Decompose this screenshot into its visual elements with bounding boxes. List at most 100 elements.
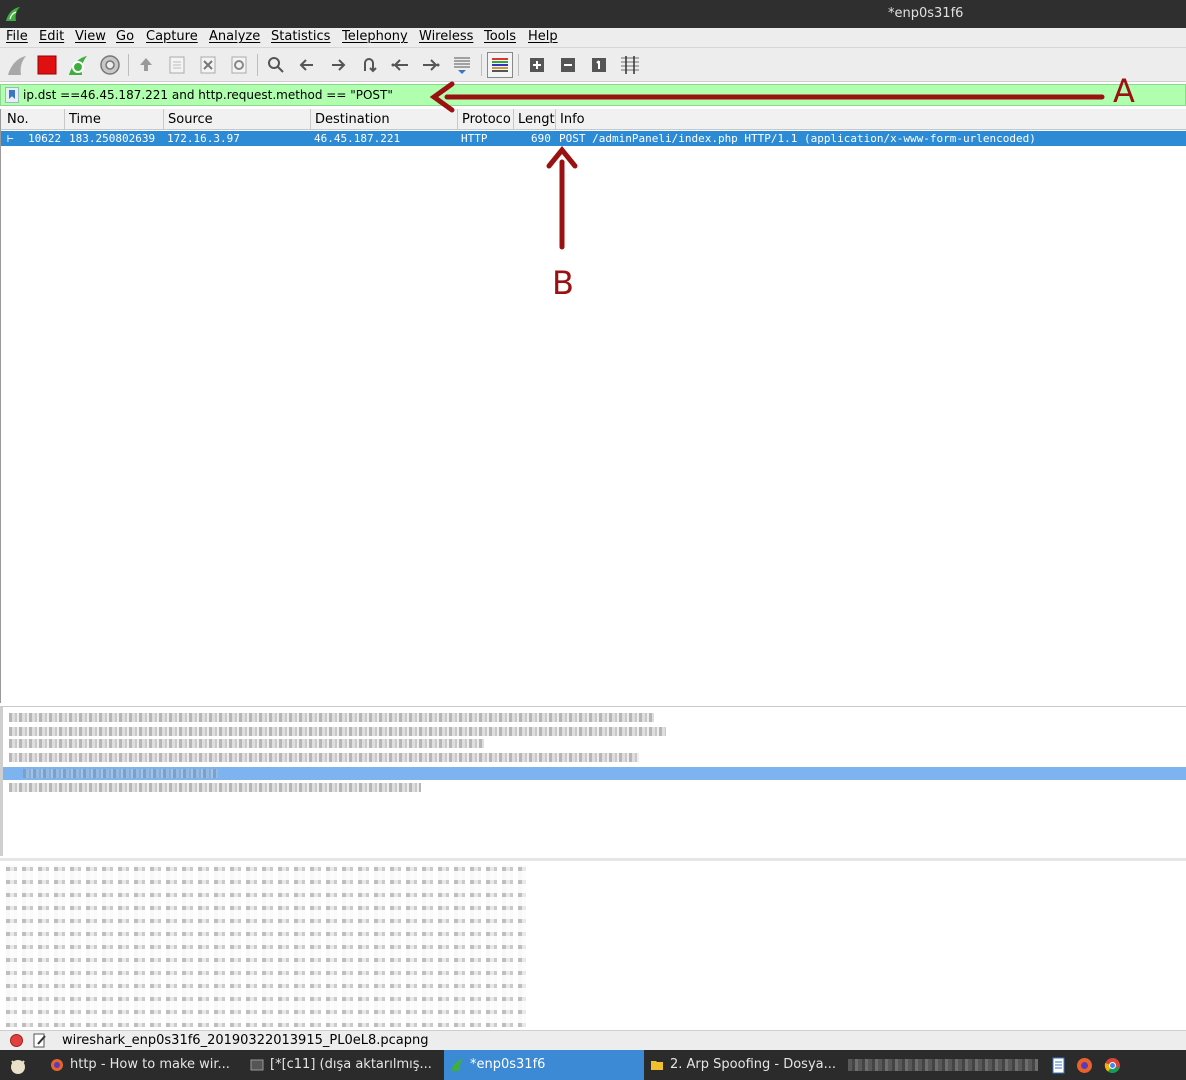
search-icon bbox=[268, 57, 284, 73]
reload-icon bbox=[231, 56, 247, 74]
window-title: *enp0s31f6 bbox=[888, 6, 964, 21]
menu-view[interactable]: View bbox=[75, 29, 106, 44]
annotation-label-a: A bbox=[1113, 72, 1135, 110]
resize-columns-icon bbox=[621, 56, 639, 74]
column-header-time[interactable]: Time bbox=[65, 109, 164, 130]
column-header-destination[interactable]: Destination bbox=[311, 109, 458, 130]
toolbar-separator bbox=[257, 54, 258, 76]
status-bar: wireshark_enp0s31f6_20190322013915_PL0eL… bbox=[0, 1030, 1186, 1050]
close-file-button[interactable] bbox=[195, 52, 221, 78]
cell-source: 172.16.3.97 bbox=[167, 132, 240, 145]
colorize-icon bbox=[492, 58, 508, 72]
wireshark-icon bbox=[6, 7, 20, 21]
open-file-button[interactable] bbox=[133, 52, 159, 78]
menu-tools[interactable]: Tools bbox=[484, 29, 516, 44]
colorize-button[interactable] bbox=[487, 52, 513, 78]
find-packet-button[interactable] bbox=[263, 52, 289, 78]
last-icon bbox=[423, 59, 440, 71]
zoom-in-button[interactable] bbox=[524, 52, 550, 78]
packet-list[interactable]: No. Time Source Destination Protoco Leng… bbox=[0, 109, 1186, 703]
resize-columns-button[interactable] bbox=[617, 52, 643, 78]
menu-edit[interactable]: Edit bbox=[39, 29, 64, 44]
packet-link-icon: ⊢ bbox=[7, 132, 14, 145]
go-to-packet-button[interactable] bbox=[356, 52, 382, 78]
cell-info: POST /adminPaneli/index.php HTTP/1.1 (ap… bbox=[559, 132, 1036, 145]
go-forward-button[interactable] bbox=[325, 52, 351, 78]
taskbar-task-wireshark[interactable]: *enp0s31f6 bbox=[444, 1050, 644, 1080]
normal-size-button[interactable] bbox=[586, 52, 612, 78]
filter-bookmark-icon[interactable] bbox=[5, 87, 19, 103]
taskbar-task-files[interactable]: 2. Arp Spoofing - Dosya... bbox=[644, 1050, 842, 1080]
save-file-button[interactable] bbox=[164, 52, 190, 78]
upload-icon bbox=[140, 58, 152, 71]
packet-bytes-pane[interactable] bbox=[0, 858, 1186, 1030]
menu-wireless[interactable]: Wireless bbox=[419, 29, 473, 44]
cell-length: 690 bbox=[531, 132, 551, 145]
wireshark-icon bbox=[451, 1059, 463, 1071]
cell-protocol: HTTP bbox=[461, 132, 488, 145]
chrome-icon[interactable] bbox=[1104, 1057, 1121, 1074]
toolbar-separator bbox=[128, 54, 129, 76]
menu-capture[interactable]: Capture bbox=[146, 29, 198, 44]
column-header-length[interactable]: Lengt bbox=[514, 109, 556, 130]
close-file-icon bbox=[200, 56, 216, 74]
restart-capture-button[interactable] bbox=[65, 52, 91, 78]
taskbar-task-firefox[interactable]: http - How to make wir... bbox=[44, 1050, 240, 1080]
folder-icon bbox=[651, 1061, 663, 1070]
taskbar-task-terminal[interactable]: [*[c11] (dışa aktarılmış... bbox=[244, 1050, 442, 1080]
menu-analyze[interactable]: Analyze bbox=[209, 29, 260, 44]
stop-icon bbox=[37, 55, 57, 75]
autoscroll-button[interactable] bbox=[449, 52, 475, 78]
app-menu-icon[interactable] bbox=[8, 1056, 28, 1076]
hex-dump bbox=[6, 865, 526, 1027]
menu-statistics[interactable]: Statistics bbox=[271, 29, 330, 44]
table-row[interactable]: ⊢ 10622 183.250802639 172.16.3.97 46.45.… bbox=[1, 131, 1186, 146]
packet-details-pane[interactable] bbox=[0, 706, 1186, 856]
task-label: [*[c11] (dışa aktarılmış... bbox=[270, 1057, 432, 1072]
capture-comment-icon[interactable] bbox=[33, 1033, 47, 1048]
capture-options-button[interactable] bbox=[97, 52, 123, 78]
menu-bar: File Edit View Go Capture Analyze Statis… bbox=[0, 28, 1186, 48]
menu-go[interactable]: Go bbox=[116, 29, 134, 44]
first-packet-button[interactable] bbox=[387, 52, 413, 78]
cell-time: 183.250802639 bbox=[69, 132, 156, 145]
menu-file[interactable]: File bbox=[6, 29, 28, 44]
gear-icon bbox=[100, 55, 120, 75]
jump-icon bbox=[364, 58, 377, 73]
details-line bbox=[9, 753, 639, 762]
column-header-no[interactable]: No. bbox=[3, 109, 65, 130]
display-filter-input[interactable] bbox=[23, 86, 1173, 104]
firefox-icon bbox=[51, 1059, 63, 1071]
menu-telephony[interactable]: Telephony bbox=[342, 29, 408, 44]
last-packet-button[interactable] bbox=[418, 52, 444, 78]
column-header-info[interactable]: Info bbox=[556, 109, 1186, 130]
restart-icon bbox=[69, 56, 87, 75]
column-header-protocol[interactable]: Protoco bbox=[458, 109, 514, 130]
details-line bbox=[9, 739, 484, 748]
zoom-out-button[interactable] bbox=[555, 52, 581, 78]
menu-help[interactable]: Help bbox=[528, 29, 558, 44]
zoom-in-icon bbox=[530, 58, 544, 72]
autoscroll-icon bbox=[454, 57, 470, 74]
normal-size-icon bbox=[592, 58, 606, 72]
document-icon[interactable] bbox=[1050, 1057, 1067, 1074]
os-taskbar: http - How to make wir... [*[c11] (dışa … bbox=[0, 1050, 1186, 1080]
start-capture-button[interactable] bbox=[4, 52, 30, 78]
go-back-button[interactable] bbox=[294, 52, 320, 78]
zoom-out-icon bbox=[561, 58, 575, 72]
column-header-source[interactable]: Source bbox=[164, 109, 311, 130]
details-line bbox=[9, 727, 666, 736]
task-label: *enp0s31f6 bbox=[470, 1057, 546, 1072]
taskbar-task-redacted[interactable] bbox=[848, 1059, 1038, 1071]
firefox-icon[interactable] bbox=[1076, 1057, 1093, 1074]
reload-file-button[interactable] bbox=[226, 52, 252, 78]
display-filter-bar bbox=[0, 84, 1186, 106]
details-line bbox=[9, 713, 654, 722]
task-label: 2. Arp Spoofing - Dosya... bbox=[670, 1057, 836, 1072]
expert-info-icon[interactable] bbox=[10, 1034, 23, 1047]
cell-no: 10622 bbox=[28, 132, 62, 145]
cell-destination: 46.45.187.221 bbox=[314, 132, 401, 145]
packet-list-header: No. Time Source Destination Protoco Leng… bbox=[1, 109, 1186, 130]
stop-capture-button[interactable] bbox=[34, 52, 60, 78]
file-icon bbox=[169, 56, 185, 74]
